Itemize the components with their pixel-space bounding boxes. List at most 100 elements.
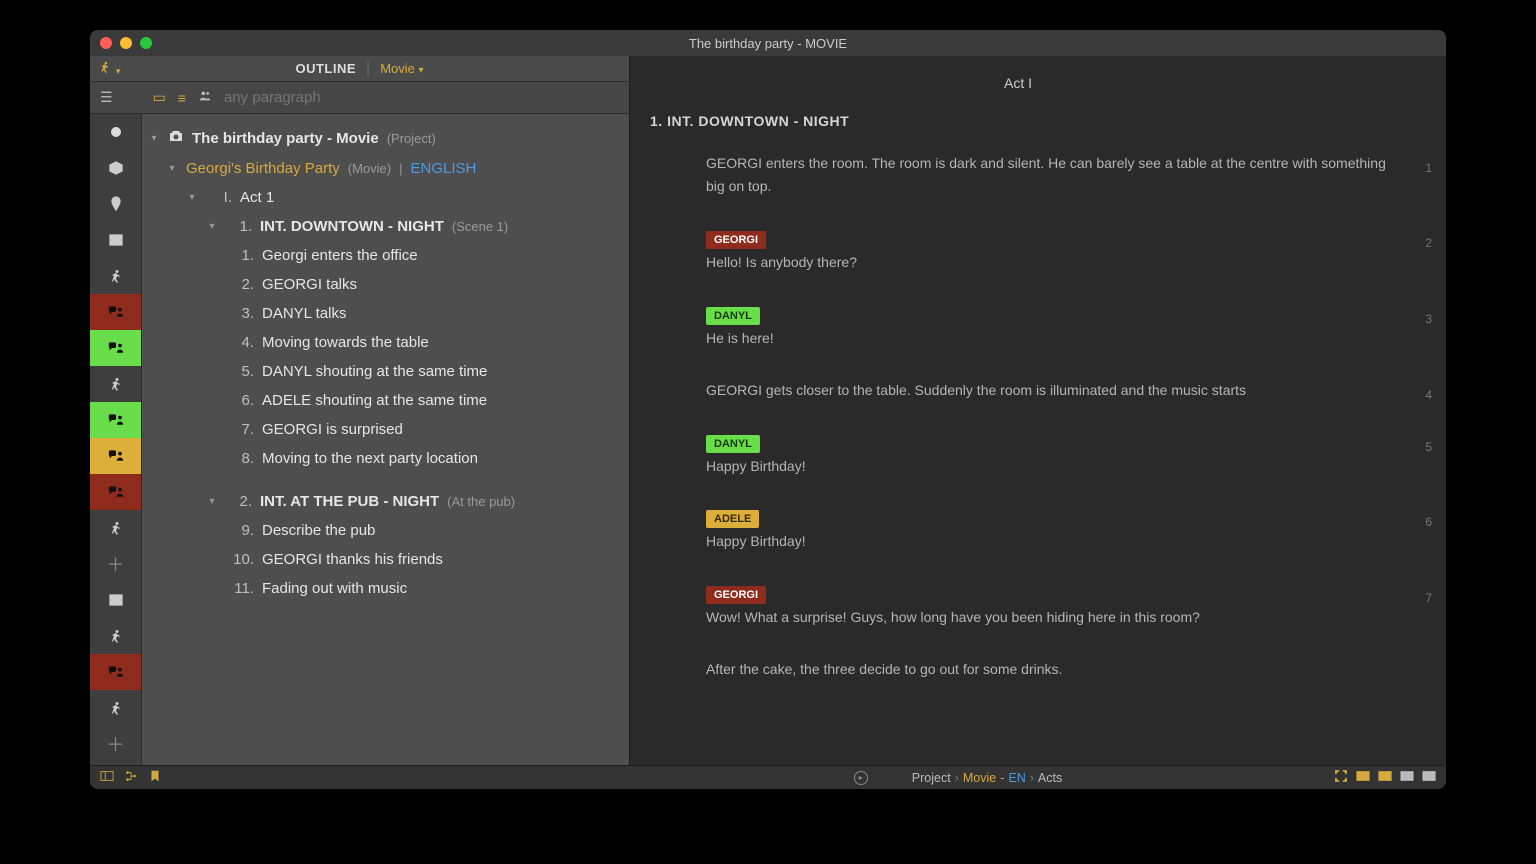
tree-beat[interactable]: 1.Georgi enters the office <box>146 241 619 270</box>
outline-header: ▾ OUTLINE | Movie ▾ <box>90 56 629 82</box>
speech-person-icon[interactable] <box>90 438 141 474</box>
character-name: GEORGI <box>706 586 766 604</box>
main-body: ▾ OUTLINE | Movie ▾ ☰ ▭ ≡ ＋＋ <box>90 56 1446 765</box>
tree-beat[interactable]: 3.DANYL talks <box>146 299 619 328</box>
speech-person-icon[interactable] <box>90 330 141 366</box>
dialog-block[interactable]: DANYLHappy Birthday!5 <box>706 431 1386 479</box>
dialog-block[interactable]: DANYLHe is here!3 <box>706 303 1386 351</box>
status-bar: ▸ Project › Movie - EN › Acts <box>90 765 1446 789</box>
film-icon[interactable] <box>90 222 141 258</box>
tree-act[interactable]: ▾ I. Act 1 <box>146 183 619 212</box>
scene-meta: (Scene 1) <box>452 219 508 234</box>
tree-icon[interactable] <box>124 769 138 786</box>
tree-project[interactable]: ▾ The birthday party - Movie (Project) <box>146 122 619 154</box>
dialog-block[interactable]: GEORGIHello! Is anybody there?2 <box>706 227 1386 275</box>
chevron-down-icon[interactable]: ▾ <box>148 133 160 144</box>
dialog-block[interactable]: GEORGI Wow! What a surprise! Guys, how lo… <box>706 582 1386 630</box>
panel-right-icon[interactable] <box>1378 769 1392 786</box>
plus-icon[interactable]: ＋ <box>90 726 141 762</box>
outline-main: ＋＋ ▾ The birthday party - Movie (Project… <box>90 114 629 765</box>
character-name: DANYL <box>706 435 760 453</box>
script-panel[interactable]: Act I 1. INT. DOWNTOWN - NIGHT GEORGI en… <box>630 56 1446 765</box>
chevron-down-icon[interactable]: ▾ <box>186 192 198 203</box>
panel-layout-icon[interactable] <box>100 769 114 786</box>
statusbar-left-icons <box>100 769 162 786</box>
beat-num: 3. <box>228 305 254 322</box>
action-block[interactable]: After the cake, the three decide to go o… <box>706 658 1386 682</box>
chevron-down-icon[interactable]: ▾ <box>166 163 178 174</box>
speech-person-icon[interactable] <box>90 402 141 438</box>
beat-label: Fading out with music <box>262 580 407 597</box>
statusbar-right-icons <box>1334 769 1436 786</box>
film-icon[interactable] <box>90 582 141 618</box>
beat-label: GEORGI is surprised <box>262 421 403 438</box>
cube-icon[interactable] <box>90 150 141 186</box>
act-roman: I. <box>206 189 232 206</box>
running-icon[interactable] <box>90 618 141 654</box>
pin-icon[interactable] <box>90 186 141 222</box>
bookmark-icon[interactable] <box>148 769 162 786</box>
dash: - <box>1000 771 1004 785</box>
crumb-movie[interactable]: Movie <box>963 771 996 785</box>
tree-beat[interactable]: 4.Moving towards the table <box>146 328 619 357</box>
beat-num: 8. <box>228 450 254 467</box>
panel-full-icon[interactable] <box>1422 769 1436 786</box>
speech-person-icon[interactable] <box>90 474 141 510</box>
list-view-icon[interactable]: ≡ <box>178 90 186 106</box>
people-filter-icon[interactable] <box>198 89 212 106</box>
script-text: Hello! Is anybody there? <box>706 254 857 270</box>
tree-beat[interactable]: 5.DANYL shouting at the same time <box>146 357 619 386</box>
play-icon[interactable]: ▸ <box>854 771 868 785</box>
action-block[interactable]: GEORGI enters the room. The room is dark… <box>706 152 1386 200</box>
running-icon[interactable]: ▾ <box>98 60 120 77</box>
tree-scene[interactable]: ▾ 1. INT. DOWNTOWN - NIGHT (Scene 1) <box>146 212 619 241</box>
paragraph-number: 7 <box>1425 588 1432 608</box>
tree-beat[interactable]: 9.Describe the pub <box>146 516 619 545</box>
card-view-icon[interactable]: ▭ <box>153 89 166 106</box>
outline-tree[interactable]: ▾ The birthday party - Movie (Project) ▾… <box>142 114 629 765</box>
speech-person-icon[interactable] <box>90 654 141 690</box>
crumb-acts[interactable]: Acts <box>1038 771 1062 785</box>
act-heading: Act I <box>650 72 1386 96</box>
panel-split-icon[interactable] <box>1400 769 1414 786</box>
tree-beat[interactable]: 11.Fading out with music <box>146 574 619 603</box>
panel-left-icon[interactable] <box>1356 769 1370 786</box>
tree-beat[interactable]: 8.Moving to the next party location <box>146 444 619 473</box>
plus-icon[interactable]: ＋ <box>90 546 141 582</box>
dialog-block[interactable]: ADELEHappy Birthday!6 <box>706 506 1386 554</box>
tree-beat[interactable]: 6.ADELE shouting at the same time <box>146 386 619 415</box>
scene-title: INT. DOWNTOWN - NIGHT <box>260 218 444 235</box>
type-dropdown[interactable]: Movie ▾ <box>380 61 423 76</box>
speech-person-icon[interactable] <box>90 294 141 330</box>
running-icon[interactable] <box>90 510 141 546</box>
dot-icon[interactable] <box>90 114 141 150</box>
beat-num: 6. <box>228 392 254 409</box>
character-name: ADELE <box>706 510 759 528</box>
chevron-down-icon[interactable]: ▾ <box>206 221 218 232</box>
action-block[interactable]: GEORGI gets closer to the table. Suddenl… <box>706 379 1386 403</box>
crumb-project[interactable]: Project <box>912 771 951 785</box>
tree-beat[interactable]: 7.GEORGI is surprised <box>146 415 619 444</box>
running-icon[interactable] <box>90 366 141 402</box>
tree-beat[interactable]: 10.GEORGI thanks his friends <box>146 545 619 574</box>
icon-rail: ＋＋ <box>90 114 142 765</box>
tree-movie[interactable]: ▾ Georgi's Birthday Party (Movie) | ENGL… <box>146 154 619 183</box>
movie-lang[interactable]: ENGLISH <box>411 160 477 177</box>
search-input[interactable] <box>224 89 619 106</box>
movie-title: Georgi's Birthday Party <box>186 160 340 177</box>
running-icon[interactable] <box>90 690 141 726</box>
paragraph-number: 6 <box>1425 512 1432 532</box>
crumb-lang[interactable]: EN <box>1008 771 1025 785</box>
menu-icon[interactable]: ☰ <box>100 89 113 106</box>
camera-icon <box>168 128 184 148</box>
script-content: Act I 1. INT. DOWNTOWN - NIGHT GEORGI en… <box>630 56 1446 730</box>
character-name: DANYL <box>706 307 760 325</box>
tree-scene[interactable]: ▾ 2. INT. AT THE PUB - NIGHT (At the pub… <box>146 487 619 516</box>
separator: | <box>399 161 402 176</box>
project-title: The birthday party - Movie <box>192 130 379 147</box>
running-icon[interactable] <box>90 258 141 294</box>
fullscreen-icon[interactable] <box>1334 769 1348 786</box>
tree-beat[interactable]: 2.GEORGI talks <box>146 270 619 299</box>
chevron-down-icon[interactable]: ▾ <box>206 496 218 507</box>
script-text: Wow! What a surprise! Guys, how long hav… <box>706 609 1200 625</box>
